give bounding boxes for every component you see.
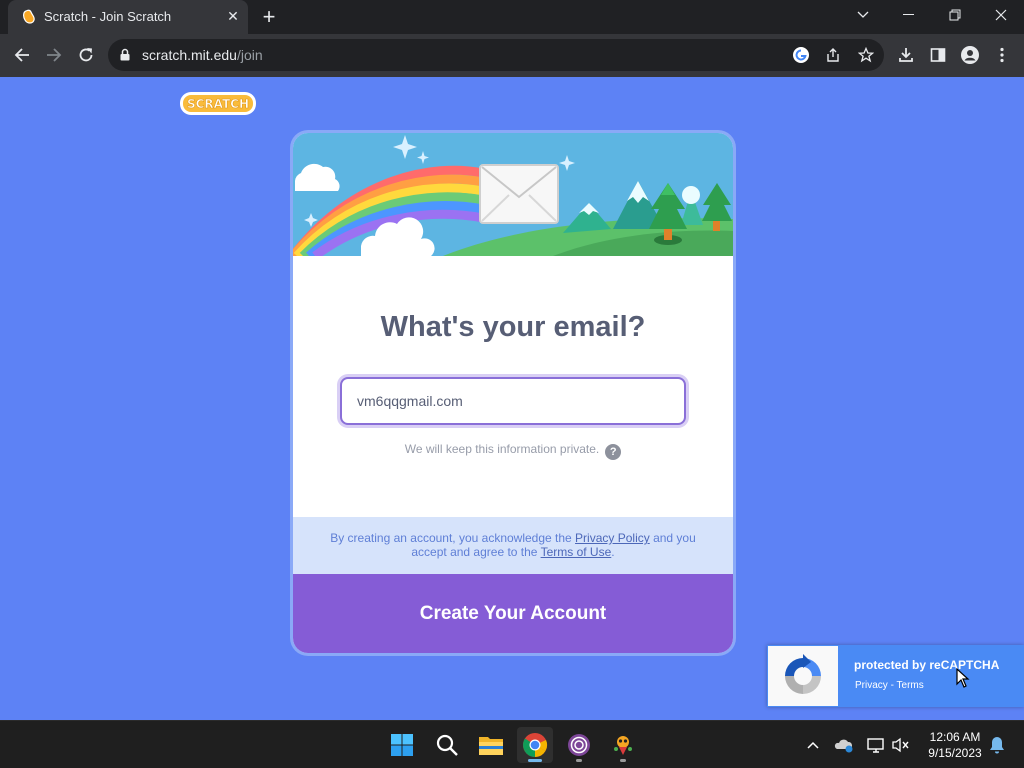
speaker-muted-icon[interactable] bbox=[891, 735, 911, 755]
legal-notice: By creating an account, you acknowledge … bbox=[293, 517, 733, 574]
svg-text:SCRATCH: SCRATCH bbox=[187, 97, 249, 111]
onedrive-icon[interactable] bbox=[834, 735, 854, 755]
menu-kebab-icon[interactable] bbox=[989, 42, 1015, 68]
recaptcha-privacy-link[interactable]: Privacy bbox=[855, 680, 888, 691]
privacy-note-text: We will keep this information private. bbox=[404, 442, 600, 456]
lock-icon[interactable] bbox=[120, 48, 130, 61]
scratch-app-icon[interactable] bbox=[605, 727, 641, 763]
downloads-icon[interactable] bbox=[893, 42, 919, 68]
chevron-up-icon[interactable] bbox=[803, 735, 823, 755]
tab-title: Scratch - Join Scratch bbox=[44, 9, 172, 24]
recaptcha-badge[interactable]: protected by reCAPTCHA Privacy - Terms bbox=[767, 645, 1024, 707]
terms-of-use-link[interactable]: Terms of Use bbox=[541, 545, 612, 559]
create-account-button[interactable]: Create Your Account bbox=[293, 574, 733, 653]
recaptcha-separator: - bbox=[887, 680, 897, 691]
chrome-icon[interactable] bbox=[517, 727, 553, 763]
url-text[interactable]: scratch.mit.edu/join bbox=[142, 47, 263, 63]
bookmark-star-icon[interactable] bbox=[856, 45, 876, 65]
address-bar[interactable]: scratch.mit.edu/join bbox=[108, 39, 884, 71]
privacy-note: We will keep this information private.? bbox=[293, 442, 733, 460]
clock-date: 9/15/2023 bbox=[928, 746, 982, 760]
tab-scratch-join[interactable]: Scratch - Join Scratch ✕ bbox=[8, 0, 248, 34]
side-panel-icon[interactable] bbox=[925, 42, 951, 68]
scratch-favicon-icon bbox=[23, 9, 35, 24]
notification-bell-icon[interactable] bbox=[987, 735, 1007, 755]
new-tab-icon[interactable]: + bbox=[258, 6, 280, 28]
profile-icon[interactable] bbox=[957, 42, 983, 68]
system-clock[interactable]: 12:06 AM 9/15/2023 bbox=[922, 729, 988, 761]
forward-icon[interactable] bbox=[41, 42, 67, 68]
share-icon[interactable] bbox=[823, 45, 843, 65]
mouse-cursor-icon bbox=[956, 668, 970, 688]
tab-close-icon[interactable]: ✕ bbox=[224, 7, 242, 25]
file-explorer-icon[interactable] bbox=[473, 727, 509, 763]
page-content: SCRATCH What's your email? vm6qqgmail.co… bbox=[0, 77, 1024, 720]
join-card: What's your email? We will keep this inf… bbox=[290, 130, 736, 656]
network-icon[interactable] bbox=[866, 735, 886, 755]
scratch-logo[interactable]: SCRATCH bbox=[179, 89, 257, 117]
back-icon[interactable] bbox=[9, 42, 35, 68]
search-icon[interactable] bbox=[429, 727, 465, 763]
start-icon[interactable] bbox=[384, 727, 420, 763]
legal-text-1: By creating an account, you acknowledge … bbox=[330, 531, 576, 545]
legal-text-3: . bbox=[611, 545, 615, 559]
tab-search-icon[interactable] bbox=[840, 0, 886, 30]
close-window-icon[interactable] bbox=[978, 0, 1024, 30]
envelope-icon bbox=[479, 164, 559, 224]
google-lens-icon[interactable] bbox=[791, 45, 811, 65]
recaptcha-icon bbox=[768, 646, 838, 706]
recaptcha-title: protected by reCAPTCHA bbox=[854, 658, 1000, 672]
tor-browser-icon[interactable] bbox=[561, 727, 597, 763]
email-field[interactable] bbox=[340, 377, 686, 425]
recaptcha-terms-link[interactable]: Terms bbox=[897, 680, 924, 691]
browser-toolbar: scratch.mit.edu/join bbox=[0, 34, 1024, 77]
minimize-icon[interactable] bbox=[886, 0, 932, 30]
recaptcha-links: Privacy - Terms bbox=[855, 680, 924, 691]
privacy-policy-link[interactable]: Privacy Policy bbox=[575, 531, 650, 545]
tab-strip: Scratch - Join Scratch ✕ + bbox=[0, 0, 1024, 34]
reload-icon[interactable] bbox=[73, 42, 99, 68]
page-title: What's your email? bbox=[380, 311, 646, 343]
clock-time: 12:06 AM bbox=[929, 730, 981, 744]
restore-icon[interactable] bbox=[932, 0, 978, 30]
windows-taskbar: 12:06 AM 9/15/2023 bbox=[0, 720, 1024, 768]
help-icon[interactable]: ? bbox=[605, 444, 622, 460]
hero-illustration bbox=[293, 133, 733, 256]
